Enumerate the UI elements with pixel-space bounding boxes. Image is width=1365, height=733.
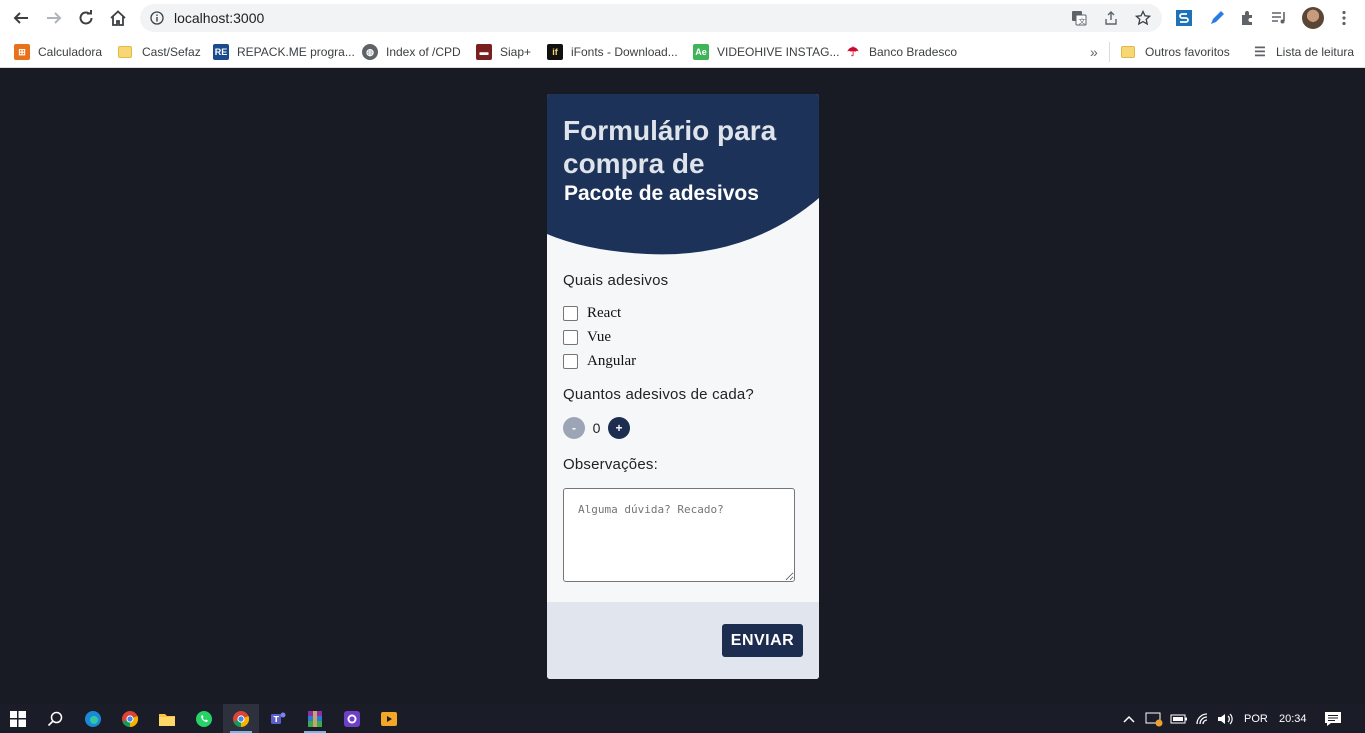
browser-toolbar: localhost:3000 文 <box>0 0 1365 36</box>
svg-text:T: T <box>274 715 280 724</box>
vue-option-label: Vue <box>587 328 612 345</box>
home-icon[interactable] <box>107 7 129 29</box>
bookmark-label: Index of /CPD <box>386 45 461 59</box>
bookmark-label: Calculadora <box>38 45 103 59</box>
notifications-icon[interactable] <box>1324 704 1342 733</box>
edge-icon[interactable] <box>75 704 111 733</box>
globe-icon: ◍ <box>362 44 378 60</box>
option-react[interactable]: React <box>563 304 621 322</box>
quantity-value: 0 <box>592 420 601 436</box>
chrome-active-icon[interactable] <box>223 704 259 733</box>
bookmark-label: VIDEOHIVE INSTAG... <box>717 45 840 59</box>
folder-icon <box>118 46 132 58</box>
bookmark-label: Cast/Sefaz <box>142 45 201 59</box>
bookmark-siap[interactable]: ▬ Siap+ <box>476 42 531 62</box>
siap-icon: ▬ <box>476 44 492 60</box>
wifi-icon[interactable] <box>1195 704 1211 733</box>
github-desktop-icon[interactable] <box>334 704 370 733</box>
extensions-puzzle-icon[interactable] <box>1237 7 1259 29</box>
file-explorer-icon[interactable] <box>149 704 185 733</box>
option-vue[interactable]: Vue <box>563 328 611 346</box>
bookmark-label: Banco Bradesco <box>869 45 958 59</box>
angular-option-label: Angular <box>587 352 637 369</box>
address-bar[interactable]: localhost:3000 文 <box>140 4 1162 32</box>
stickers-question-label: Quais adesivos <box>563 272 669 289</box>
purchase-form-card: Formulário para compra de Pacote de ades… <box>547 94 819 679</box>
show-hidden-icons-chevron-icon[interactable] <box>1122 704 1136 733</box>
windows-start-icon[interactable] <box>0 704 36 733</box>
bookmark-bradesco[interactable]: ☂ Banco Bradesco <box>845 42 957 62</box>
react-checkbox[interactable] <box>563 305 578 321</box>
share-icon[interactable] <box>1102 9 1120 27</box>
bookmark-index-cpd[interactable]: ◍ Index of /CPD <box>362 42 461 62</box>
forward-icon[interactable] <box>43 7 65 29</box>
bookmark-cast-sefaz[interactable]: Cast/Sefaz <box>118 42 201 62</box>
bookmarks-divider <box>1109 42 1110 62</box>
site-info-icon[interactable] <box>148 9 166 27</box>
decrement-button[interactable]: - <box>563 417 585 439</box>
menu-kebab-icon[interactable] <box>1333 7 1355 29</box>
security-center-icon[interactable] <box>1145 704 1163 733</box>
bradesco-icon: ☂ <box>847 44 859 59</box>
option-angular[interactable]: Angular <box>563 352 636 370</box>
reading-list-icon: ☰ <box>1254 44 1266 59</box>
back-icon[interactable] <box>10 7 32 29</box>
reading-list[interactable]: ☰ Lista de leitura <box>1252 42 1354 62</box>
bookmark-videohive[interactable]: Ae VIDEOHIVE INSTAG... <box>693 42 839 62</box>
reload-icon[interactable] <box>75 7 97 29</box>
notes-textarea[interactable] <box>563 488 795 582</box>
reading-list-label: Lista de leitura <box>1276 45 1355 59</box>
volume-icon[interactable] <box>1217 704 1235 733</box>
form-header: Formulário para compra de Pacote de ades… <box>547 94 819 259</box>
bookmark-label: iFonts - Download... <box>571 45 678 59</box>
calculator-icon: ⊞ <box>14 44 30 60</box>
extension-pen-icon[interactable] <box>1206 7 1228 29</box>
quantity-question-label: Quantos adesivos de cada? <box>563 386 754 403</box>
media-player-icon[interactable] <box>371 704 407 733</box>
extension-s-icon[interactable] <box>1173 7 1195 29</box>
profile-avatar[interactable] <box>1302 7 1324 29</box>
url-text: localhost:3000 <box>174 10 265 26</box>
vue-checkbox[interactable] <box>563 329 578 345</box>
whatsapp-icon[interactable] <box>186 704 222 733</box>
bookmark-ifonts[interactable]: if iFonts - Download... <box>547 42 678 62</box>
media-control-icon[interactable] <box>1268 7 1290 29</box>
repack-icon: RE <box>213 44 229 60</box>
bookmarks-bar: ⊞ Calculadora Cast/Sefaz RE REPACK.ME pr… <box>0 36 1365 68</box>
ifonts-icon: if <box>547 44 563 60</box>
bookmark-label: Siap+ <box>500 45 532 59</box>
more-bookmarks-chevron-icon[interactable]: » <box>1090 42 1098 62</box>
submit-button[interactable]: ENVIAR <box>722 624 803 657</box>
bookmark-label: REPACK.ME progra... <box>237 45 355 59</box>
chrome-icon[interactable] <box>112 704 148 733</box>
bookmark-outros-favoritos[interactable]: Outros favoritos <box>1121 42 1230 62</box>
react-option-label: React <box>587 304 622 321</box>
windows-taskbar: T POR 20:34 <box>0 704 1365 733</box>
input-language[interactable]: POR <box>1244 704 1268 733</box>
battery-icon[interactable] <box>1170 704 1188 733</box>
notes-label: Observações: <box>563 456 658 473</box>
translate-icon[interactable]: 文 <box>1070 9 1088 27</box>
videohive-icon: Ae <box>693 44 709 60</box>
winrar-icon[interactable] <box>297 704 333 733</box>
increment-button[interactable]: + <box>608 417 630 439</box>
search-icon[interactable] <box>37 704 73 733</box>
bookmark-calculadora[interactable]: ⊞ Calculadora <box>14 42 102 62</box>
folder-icon <box>1121 46 1135 58</box>
bookmark-star-icon[interactable] <box>1134 9 1152 27</box>
system-clock[interactable]: 20:34 <box>1279 704 1307 733</box>
svg-text:文: 文 <box>1079 17 1086 26</box>
form-subtitle: Pacote de adesivos <box>564 182 759 205</box>
quantity-stepper: - 0 + <box>563 417 630 439</box>
bookmark-repack[interactable]: RE REPACK.ME progra... <box>213 42 355 62</box>
form-title: Formulário para compra de <box>563 115 777 179</box>
form-footer: ENVIAR <box>547 602 819 679</box>
angular-checkbox[interactable] <box>563 353 578 369</box>
teams-icon[interactable]: T <box>260 704 296 733</box>
bookmark-label: Outros favoritos <box>1145 45 1230 59</box>
